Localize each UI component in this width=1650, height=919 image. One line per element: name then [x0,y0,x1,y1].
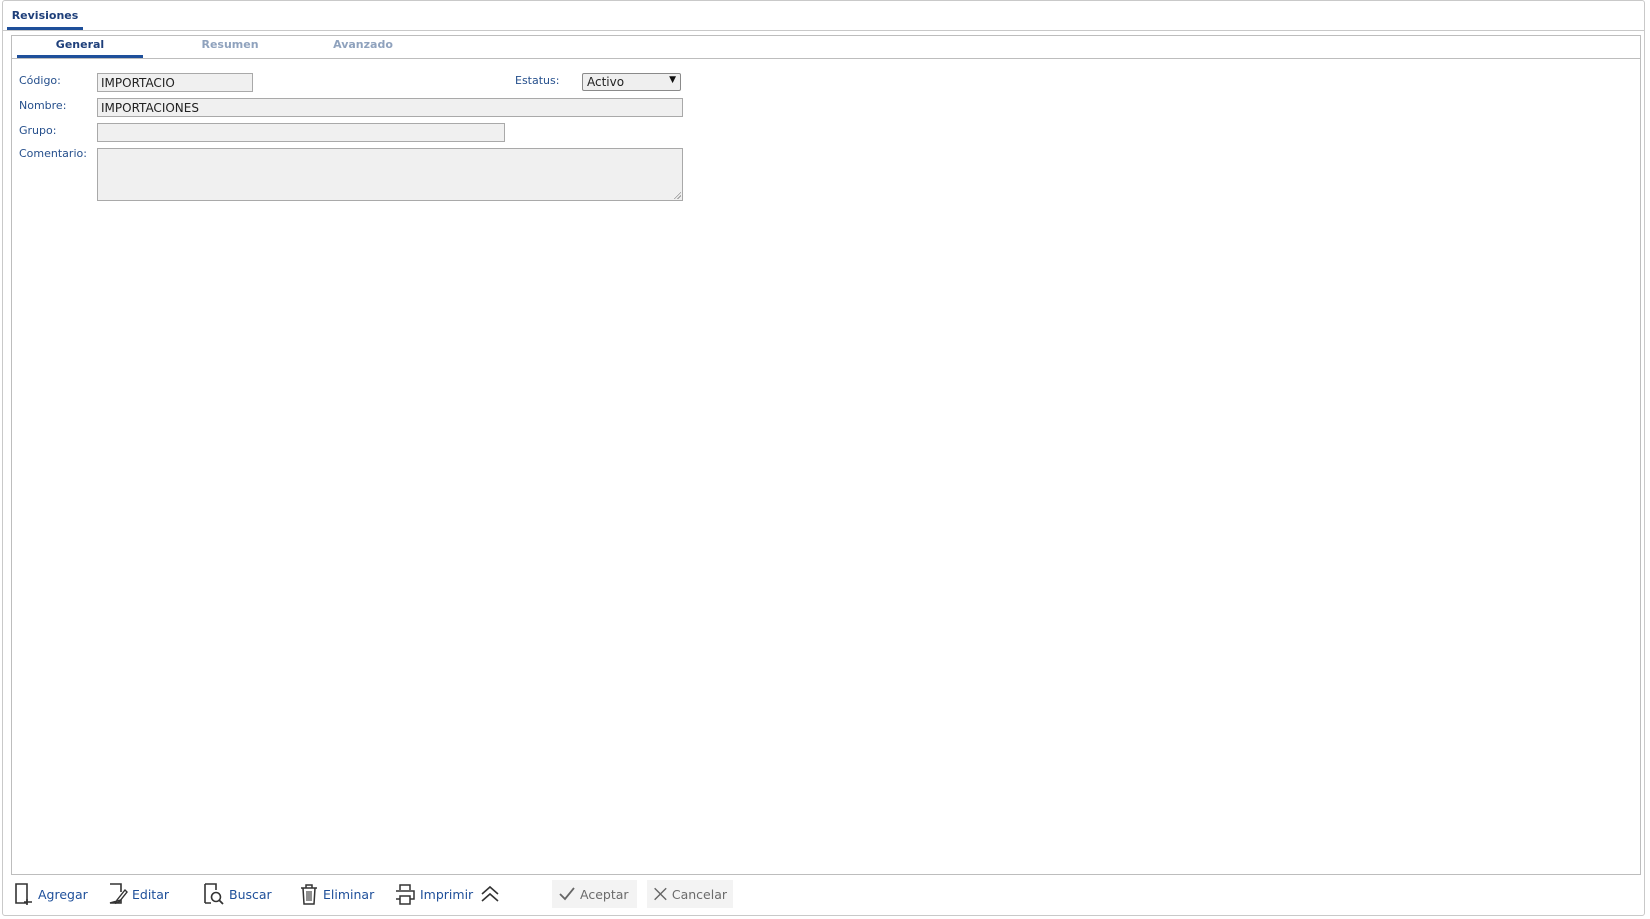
comentario-textarea[interactable] [97,148,683,201]
accept-button-label: Aceptar [580,886,629,902]
nombre-label: Nombre: [19,99,67,112]
estatus-value: Activo [587,75,625,89]
delete-button[interactable]: Eliminar [299,880,374,908]
search-button[interactable]: Buscar [203,880,272,908]
tab-avanzado[interactable]: Avanzado [300,38,426,58]
print-button-label: Imprimir [420,886,474,902]
collapse-toolbar-button[interactable] [480,880,504,908]
form-panel: General Resumen Avanzado Código: IMPORTA… [11,35,1641,875]
close-icon [654,887,667,901]
edit-button[interactable]: Editar [108,880,169,908]
checkmark-icon [559,887,575,901]
window-tab-revisiones[interactable]: Revisiones [7,8,83,30]
comentario-label: Comentario: [19,147,87,160]
search-document-icon [204,883,224,905]
print-button[interactable]: Imprimir [394,880,473,908]
edit-document-icon [109,883,128,905]
add-button[interactable]: Agregar [14,880,88,908]
tab-general[interactable]: General [17,38,143,58]
window-tab-divider [3,30,1644,31]
tab-resumen[interactable]: Resumen [167,38,293,58]
subtab-bar: General Resumen Avanzado [12,36,1640,59]
codigo-label: Código: [19,74,61,87]
resize-grip-icon[interactable] [673,191,681,199]
add-button-label: Agregar [38,886,88,902]
trash-icon [301,884,317,905]
printer-icon [396,884,415,905]
cancel-button-label: Cancelar [671,886,727,902]
estatus-select[interactable]: Activo ▼ [582,73,681,91]
search-button-label: Buscar [229,886,272,902]
grupo-field[interactable] [97,123,505,142]
accept-button[interactable]: Aceptar [552,880,637,908]
cancel-button[interactable]: Cancelar [647,880,733,908]
codigo-field[interactable]: IMPORTACIO [97,73,253,92]
add-document-icon [15,883,32,905]
double-chevron-up-icon [481,885,499,902]
edit-button-label: Editar [132,886,170,902]
delete-button-label: Eliminar [323,886,375,902]
estatus-label: Estatus: [515,74,560,87]
nombre-field[interactable]: IMPORTACIONES [97,98,683,117]
dropdown-arrow-icon: ▼ [669,75,676,85]
grupo-label: Grupo: [19,124,57,137]
